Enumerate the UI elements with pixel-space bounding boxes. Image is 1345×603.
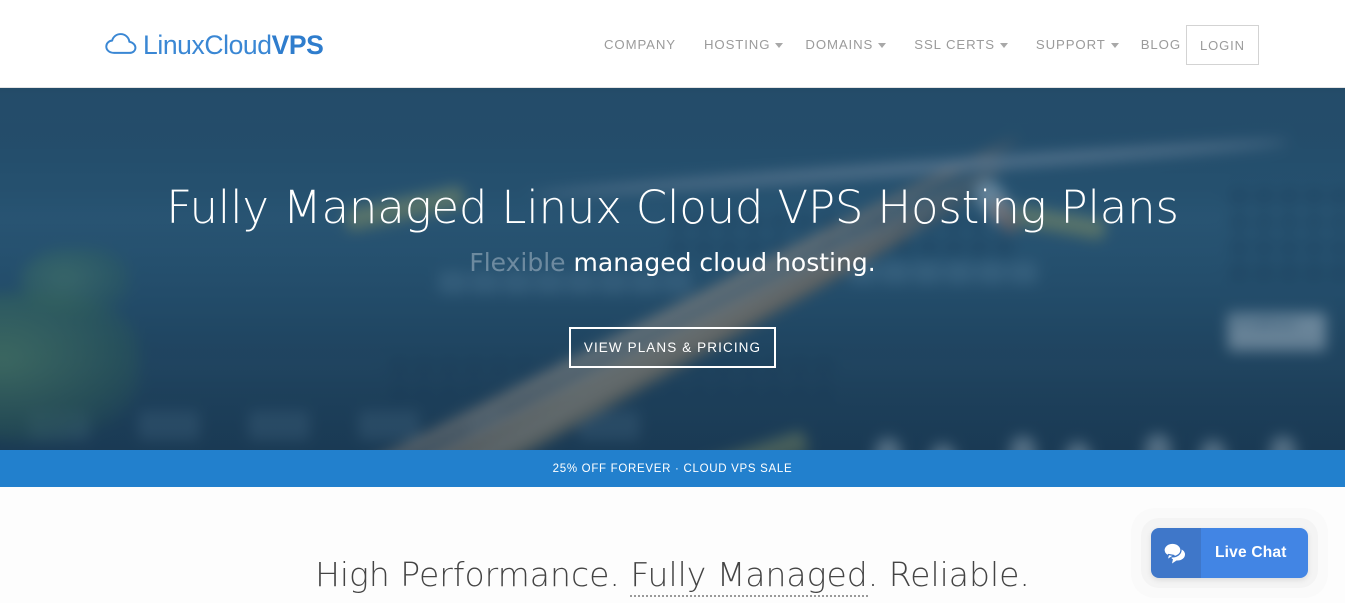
- hero-subtitle-active: managed cloud hosting.: [573, 248, 876, 277]
- hero-subtitle-faded: Flexible: [469, 248, 566, 277]
- nav-item-domains-label: DOMAINS: [805, 36, 874, 52]
- section-heading-part1: High Performance.: [315, 555, 631, 594]
- hero-subtitle: Flexible managed cloud hosting.: [469, 247, 875, 279]
- chevron-down-icon: [775, 42, 784, 48]
- nav-item-domains[interactable]: DOMAINS: [791, 29, 900, 60]
- view-plans-pricing-button[interactable]: VIEW PLANS & PRICING: [569, 327, 776, 368]
- section-heading: High Performance. Fully Managed. Reliabl…: [0, 555, 1345, 597]
- logo[interactable]: LinuxCloudVPS: [104, 27, 324, 63]
- logo-text-bold: VPS: [271, 30, 324, 60]
- nav-item-company[interactable]: COMPANY: [590, 29, 690, 60]
- site-header: LinuxCloudVPS COMPANY HOSTING DOMAINS SS…: [0, 0, 1345, 88]
- section-heading-part2: . Reliable.: [867, 555, 1030, 594]
- live-chat-widget[interactable]: Live Chat: [1151, 528, 1308, 578]
- nav-item-hosting-label: HOSTING: [704, 36, 771, 52]
- nav-item-hosting[interactable]: HOSTING: [690, 29, 791, 60]
- nav-item-support-label: SUPPORT: [1035, 36, 1106, 52]
- live-chat-icon-box[interactable]: [1151, 528, 1201, 578]
- nav-item-support[interactable]: SUPPORT: [1022, 29, 1127, 60]
- chevron-down-icon: [999, 42, 1008, 48]
- live-chat-label-box[interactable]: Live Chat: [1201, 528, 1308, 578]
- section-heading-highlight[interactable]: Fully Managed: [630, 555, 868, 597]
- login-button[interactable]: LOGIN: [1186, 25, 1259, 65]
- nav-item-ssl-certs-label: SSL CERTS: [914, 36, 995, 52]
- nav-item-blog-label: BLOG: [1140, 36, 1181, 52]
- cloud-icon: [105, 33, 137, 54]
- logo-text-light: LinuxCloud: [143, 30, 272, 60]
- hero-content: Fully Managed Linux Cloud VPS Hosting Pl…: [0, 88, 1345, 450]
- hero-title: Fully Managed Linux Cloud VPS Hosting Pl…: [166, 181, 1179, 234]
- nav-item-blog[interactable]: BLOG: [1127, 29, 1195, 60]
- promo-bar-text: 25% OFF FOREVER · CLOUD VPS SALE: [552, 462, 793, 475]
- chat-bubble-icon: [1163, 542, 1185, 564]
- features-section: High Performance. Fully Managed. Reliabl…: [0, 487, 1345, 603]
- chevron-down-icon: [1110, 42, 1119, 48]
- nav-item-company-label: COMPANY: [604, 36, 676, 52]
- hero-banner: IP address: Fully Managed Linux Cloud VP…: [0, 88, 1345, 450]
- nav-item-ssl-certs[interactable]: SSL CERTS: [900, 29, 1022, 60]
- main-navigation: COMPANY HOSTING DOMAINS SSL CERTS SUPPOR…: [590, 0, 1195, 88]
- live-chat-label: Live Chat: [1215, 544, 1287, 561]
- login-button-label: LOGIN: [1200, 37, 1245, 53]
- view-plans-pricing-label: VIEW PLANS & PRICING: [583, 340, 762, 355]
- chevron-down-icon: [878, 42, 887, 48]
- promo-bar[interactable]: 25% OFF FOREVER · CLOUD VPS SALE: [0, 450, 1345, 487]
- logo-text: LinuxCloudVPS: [143, 30, 324, 60]
